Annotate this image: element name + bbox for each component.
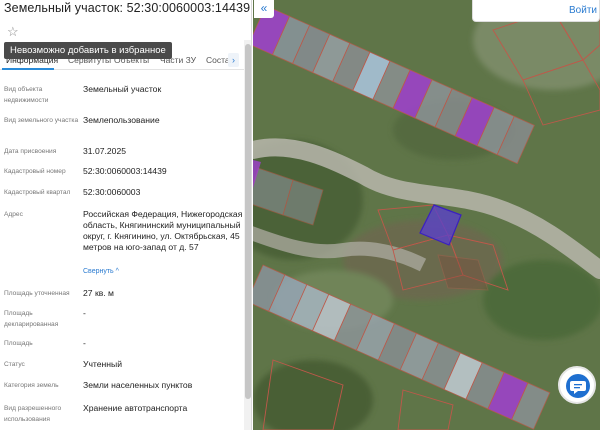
login-button[interactable]: Войти <box>472 0 600 22</box>
property-label: Площадь декларированная <box>4 310 59 328</box>
satellite-map-layer <box>253 0 600 430</box>
property-value: Хранение автотранспорта <box>83 403 188 413</box>
property-label: Вид земельного участка <box>4 117 79 124</box>
property-label: Кадастровый номер <box>4 168 66 175</box>
favorite-tooltip: Невозможно добавить в избранное <box>4 42 172 59</box>
property-label: Адрес <box>4 211 23 218</box>
property-label: Статус <box>4 361 25 368</box>
collapse-panel-button[interactable]: « <box>254 0 274 18</box>
panel-scrollbar-thumb[interactable] <box>245 44 251 399</box>
chat-icon <box>566 374 590 398</box>
property-label: Дата присвоения <box>4 148 57 155</box>
favorite-star-icon[interactable]: ☆ <box>7 24 19 40</box>
chat-button[interactable] <box>558 366 596 404</box>
property-value: Земли населенных пунктов <box>83 380 193 390</box>
tabs-scroll-right-icon[interactable]: › <box>228 53 239 67</box>
property-value: Земельный участок <box>83 84 162 94</box>
property-value: 27 кв. м <box>83 288 114 298</box>
property-value: 31.07.2025 <box>83 146 127 156</box>
property-label: Категория земель <box>4 382 59 389</box>
property-label: Кадастровый квартал <box>4 189 71 196</box>
property-value: Землепользование <box>83 115 160 125</box>
active-tab-indicator <box>2 68 54 70</box>
property-value: - <box>83 338 86 348</box>
property-value: 52:30:0060003:14439 <box>83 166 167 176</box>
property-label: Вид объекта недвижимости <box>4 86 49 104</box>
property-value: 52:30:0060003 <box>83 187 141 197</box>
property-value: - <box>83 308 86 318</box>
map-view[interactable] <box>253 0 600 430</box>
property-label: Вид разрешенного использования <box>4 405 62 423</box>
login-label: Войти <box>569 5 597 16</box>
property-value: Учтенный <box>83 359 123 369</box>
property-value: Российская Федерация, Нижегородская обла… <box>83 209 243 252</box>
collapse-address-link[interactable]: Свернуть ^ <box>83 268 119 275</box>
property-label: Площадь уточненная <box>4 290 70 297</box>
property-label: Площадь <box>4 340 33 347</box>
page-title: Земельный участок: 52:30:0060003:14439 <box>4 1 251 15</box>
info-panel: Земельный участок: 52:30:0060003:14439 ☆… <box>0 0 252 430</box>
